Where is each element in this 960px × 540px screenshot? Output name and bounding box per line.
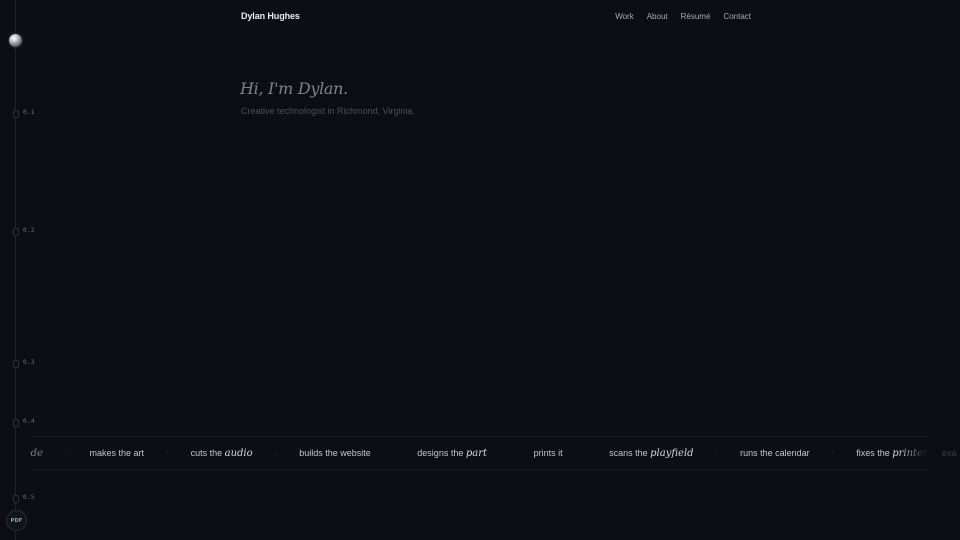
- rail-marker[interactable]: 0.5: [13, 493, 43, 503]
- ticker-item: cuts the audio: [191, 448, 253, 459]
- ticker-fade: [898, 437, 928, 469]
- marker-dot-icon: [13, 495, 19, 503]
- ticker-item-text: scans the: [609, 447, 651, 458]
- ticker-item: scans the playfield: [609, 448, 693, 459]
- ticker-separator: ·: [392, 448, 396, 458]
- rail-marker[interactable]: 0.1: [13, 108, 43, 118]
- site-brand[interactable]: Dylan Hughes: [241, 11, 300, 21]
- ticker-separator: ·: [831, 448, 835, 458]
- ticker-item: designs the part: [417, 448, 487, 459]
- nav-link-resume[interactable]: Résumé: [681, 12, 711, 21]
- ticker-item: makes the art: [90, 448, 145, 458]
- marker-dot-icon: [13, 360, 19, 368]
- marker-label: 0.3: [23, 359, 35, 366]
- ticker-item: runs the calendar: [740, 448, 810, 458]
- hero-title: Hi, I'm Dylan.: [240, 79, 348, 98]
- ticker-track: writes the code · makes the art · cuts the a…: [30, 437, 928, 469]
- ticker-separator: ·: [64, 448, 68, 458]
- ticker-item-emphasis: code: [30, 447, 43, 459]
- ticker-separator: ·: [274, 448, 278, 458]
- marker-label: 0.5: [23, 494, 35, 501]
- nav-link-about[interactable]: About: [647, 12, 668, 21]
- marker-label: 0.2: [23, 227, 35, 234]
- ticker-item-emphasis: audio: [224, 447, 253, 459]
- rail-marker[interactable]: 0.4: [13, 417, 43, 427]
- ticker-item-text: cuts the: [190, 447, 225, 458]
- marker-dot-icon: [13, 228, 19, 236]
- ticker-item-text: prints it: [533, 448, 563, 458]
- ticker-item-text: fixes the: [856, 447, 893, 458]
- ticker-item: builds the website: [299, 448, 371, 458]
- nav-link-contact[interactable]: Contact: [723, 12, 751, 21]
- marker-dot-icon: [13, 110, 19, 118]
- main-nav: Work About Résumé Contact: [615, 12, 751, 21]
- ticker-overflow-fragment: exa: [942, 448, 957, 458]
- pdf-download-button[interactable]: PDF: [6, 510, 27, 531]
- ticker-item-emphasis: part: [465, 447, 488, 459]
- scroll-orb-icon[interactable]: [9, 34, 22, 47]
- marker-label: 0.4: [23, 418, 35, 425]
- ticker-separator: ·: [715, 448, 719, 458]
- ticker-item: prints it: [534, 448, 563, 458]
- ticker-item-text: makes the art: [89, 448, 145, 458]
- rail-marker[interactable]: 0.3: [13, 358, 43, 368]
- timeline-rail: [15, 0, 16, 540]
- ticker-separator: ·: [509, 448, 512, 458]
- skills-ticker: writes the code · makes the art · cuts the a…: [30, 436, 928, 470]
- ticker-separator: ·: [584, 448, 588, 458]
- page: 0.1 0.2 0.3 0.4 0.5 PDF Dylan Hughes Wor…: [0, 0, 960, 540]
- ticker-item-text: runs the calendar: [740, 448, 810, 458]
- ticker-item-text: designs the: [417, 447, 466, 458]
- marker-label: 0.1: [23, 109, 35, 116]
- ticker-separator: ·: [166, 448, 169, 458]
- hero-subtitle: Creative technologist in Richmond, Virgi…: [241, 106, 415, 116]
- ticker-item-text: builds the website: [299, 448, 371, 458]
- nav-link-work[interactable]: Work: [615, 12, 634, 21]
- rail-marker[interactable]: 0.2: [13, 226, 43, 236]
- ticker-item-emphasis: playfield: [650, 447, 694, 459]
- ticker-item: writes the code: [30, 448, 43, 459]
- marker-dot-icon: [13, 419, 19, 427]
